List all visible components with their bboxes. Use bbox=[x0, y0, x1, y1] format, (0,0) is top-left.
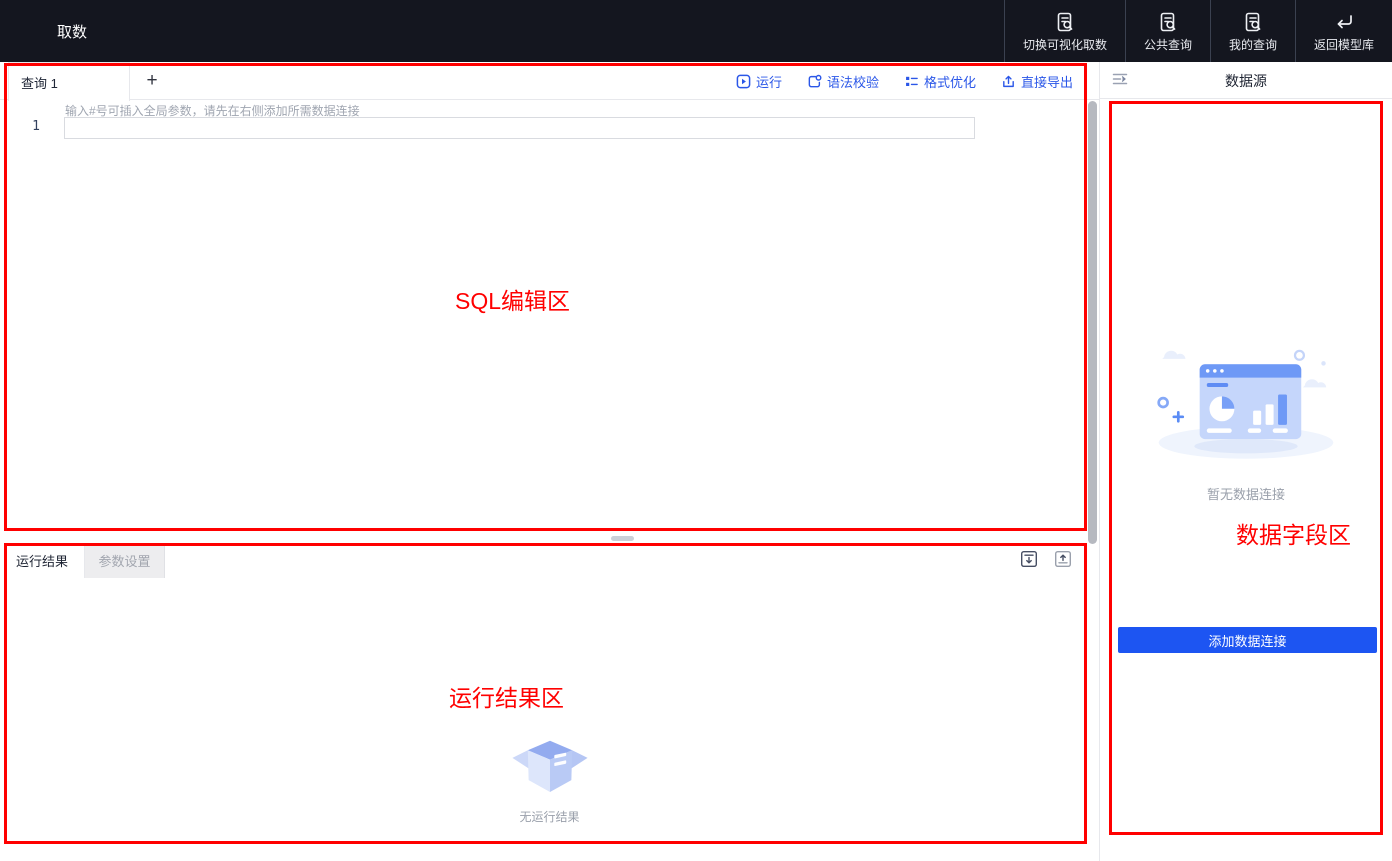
doc-search-icon bbox=[1054, 9, 1076, 33]
query-tab-1[interactable]: 查询 1 bbox=[8, 62, 130, 101]
format-optimize-label: 格式优化 bbox=[923, 74, 976, 90]
query-tabbar: 查询 1 + 运行 语法校验 格式优化 直接导出 bbox=[0, 62, 1099, 101]
tab-run-results[interactable]: 运行结果 bbox=[0, 543, 85, 578]
datasource-header: 数据源 bbox=[1100, 62, 1392, 99]
run-icon bbox=[736, 74, 751, 89]
line-number: 1 bbox=[32, 119, 40, 134]
expand-panel-down-button[interactable] bbox=[1020, 550, 1038, 573]
datasource-panel: 数据源 暂无数据连接 添加数据连接 bbox=[1100, 62, 1392, 861]
tab-parameter-settings[interactable]: 参数设置 bbox=[85, 543, 165, 578]
topbar-item-label: 我的查询 bbox=[1228, 38, 1277, 52]
add-query-tab-button[interactable]: + bbox=[140, 62, 164, 100]
editor-active-line[interactable] bbox=[64, 117, 975, 139]
topbar-item-label: 切换可视化取数 bbox=[1022, 38, 1107, 52]
no-data-connection-illustration bbox=[1148, 333, 1344, 470]
doc-search-icon bbox=[1157, 9, 1179, 33]
editor-toolbar: 运行 语法校验 格式优化 直接导出 bbox=[736, 62, 1073, 100]
format-optimize-button[interactable]: 格式优化 bbox=[904, 72, 976, 91]
expand-up-icon bbox=[1054, 550, 1072, 573]
syntax-check-label: 语法校验 bbox=[826, 74, 879, 90]
topbar: 取数 切换可视化取数 公共查询 我的查询 返回模型库 bbox=[0, 0, 1392, 62]
run-label: 运行 bbox=[755, 74, 782, 90]
app-window: 取数 切换可视化取数 公共查询 我的查询 返回模型库 查询 1 + 运行 语法校… bbox=[0, 0, 1392, 861]
my-queries-button[interactable]: 我的查询 bbox=[1209, 0, 1295, 62]
results-panel: 运行结果 参数设置 无运行结果 bbox=[0, 543, 1099, 861]
switch-visual-query-button[interactable]: 切换可视化取数 bbox=[1003, 0, 1125, 62]
format-icon bbox=[904, 74, 919, 89]
vertical-scrollbar-thumb[interactable] bbox=[1088, 101, 1097, 544]
public-queries-button[interactable]: 公共查询 bbox=[1124, 0, 1210, 62]
topbar-item-label: 返回模型库 bbox=[1313, 38, 1374, 52]
collapse-panel-button[interactable] bbox=[1109, 70, 1131, 92]
no-connection-text: 暂无数据连接 bbox=[1206, 487, 1285, 502]
collapse-panel-icon bbox=[1111, 70, 1129, 93]
expand-panel-up-button[interactable] bbox=[1054, 550, 1072, 573]
horizontal-splitter bbox=[0, 531, 1099, 543]
expand-down-icon bbox=[1020, 550, 1038, 573]
results-panel-controls bbox=[1020, 550, 1072, 573]
splitter-handle[interactable] bbox=[611, 536, 634, 541]
results-empty-state: 无运行结果 bbox=[0, 731, 1099, 825]
topbar-actions: 切换可视化取数 公共查询 我的查询 返回模型库 bbox=[1003, 0, 1392, 62]
sql-editor[interactable]: 输入#号可插入全局参数，请先在右侧添加所需数据连接 1 bbox=[0, 100, 1099, 531]
back-to-model-library-button[interactable]: 返回模型库 bbox=[1294, 0, 1392, 62]
datasource-title: 数据源 bbox=[1225, 72, 1267, 89]
empty-box-illustration bbox=[509, 731, 591, 800]
direct-export-button[interactable]: 直接导出 bbox=[1001, 72, 1073, 91]
run-button[interactable]: 运行 bbox=[736, 72, 782, 91]
topbar-item-label: 公共查询 bbox=[1143, 38, 1192, 52]
doc-search-icon bbox=[1242, 9, 1264, 33]
direct-export-label: 直接导出 bbox=[1020, 74, 1073, 90]
syntax-check-icon bbox=[807, 74, 822, 89]
no-results-text: 无运行结果 bbox=[519, 810, 580, 824]
results-tabbar: 运行结果 参数设置 bbox=[0, 543, 1099, 578]
add-data-connection-button[interactable]: 添加数据连接 bbox=[1118, 627, 1377, 653]
page-title: 取数 bbox=[57, 23, 88, 41]
export-icon bbox=[1001, 74, 1016, 89]
syntax-check-button[interactable]: 语法校验 bbox=[807, 72, 879, 91]
return-arrow-icon bbox=[1333, 9, 1355, 33]
